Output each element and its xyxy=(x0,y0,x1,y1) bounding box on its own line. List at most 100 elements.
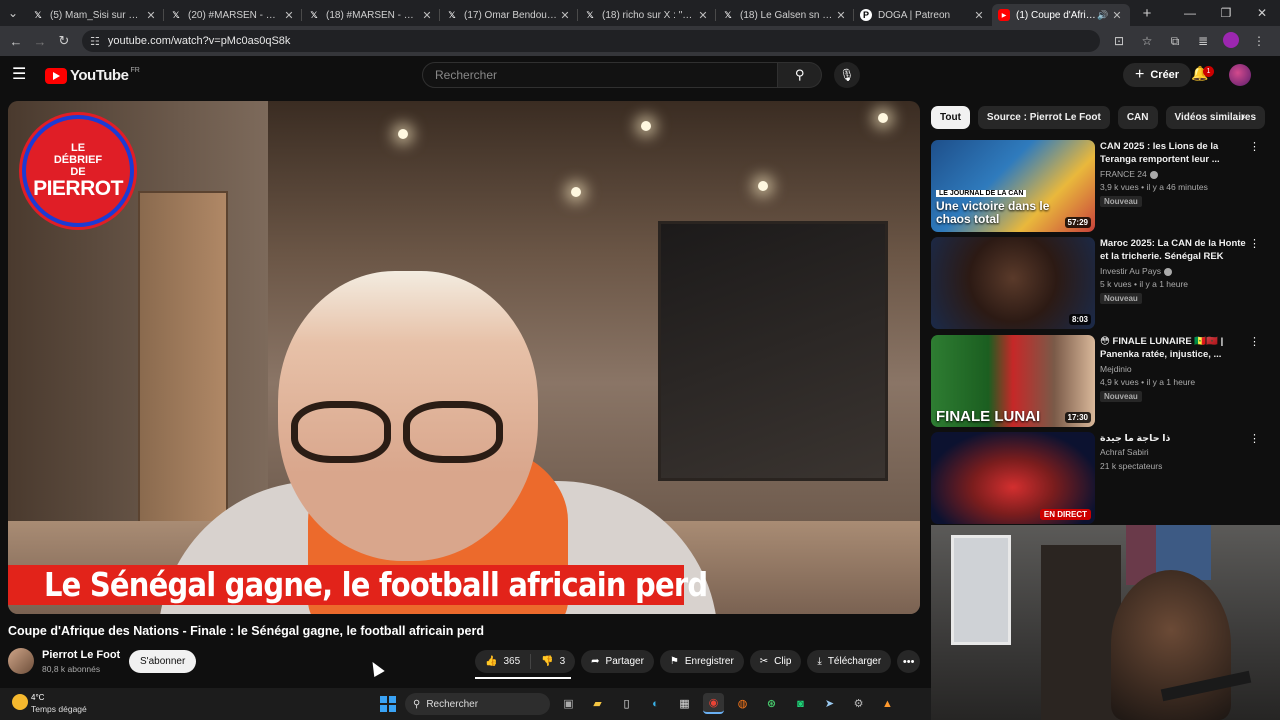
recommendation-item[interactable]: LE JOURNAL DE LA CAN Une victoire dans l… xyxy=(931,140,1261,232)
close-tab-icon[interactable]: ✕ xyxy=(282,9,296,22)
download-button[interactable]: ⤓ Télécharger xyxy=(807,650,892,673)
x-icon: 𝕏 xyxy=(34,9,42,20)
channel-name[interactable]: Pierrot Le Foot xyxy=(42,649,120,661)
recommendation-item[interactable]: 8:03 Maroc 2025: La CAN de la Honte et l… xyxy=(931,237,1261,329)
browser-tab[interactable]: P DOGA | Patreon ✕ xyxy=(854,4,992,26)
browser-menu-icon[interactable]: ⋮ xyxy=(1248,34,1270,48)
duration-badge: 57:29 xyxy=(1064,217,1091,228)
browser-tab[interactable]: 𝕏(18) richo sur X : "WATC✕ xyxy=(578,4,716,26)
taskbar-search[interactable]: ⚲ Rechercher xyxy=(405,693,550,715)
close-tab-icon[interactable]: ✕ xyxy=(696,9,710,22)
address-bar[interactable]: ☷ youtube.com/watch?v=pMc0as0qS8k xyxy=(82,30,1100,52)
media-control-icon[interactable]: ≣ xyxy=(1192,34,1214,48)
browser-tab[interactable]: 𝕏(5) Mam_Sisi sur X : "L'af✕ xyxy=(26,4,164,26)
recommendation-item[interactable]: EN DIRECT ذا حاجة ما جيدة Achraf Sabiri … xyxy=(931,432,1261,524)
close-tab-icon[interactable]: ✕ xyxy=(558,9,572,22)
browser-tab[interactable]: 𝕏(17) Omar Bendouro sur X✕ xyxy=(440,4,578,26)
menu-icon[interactable]: ☰ xyxy=(12,66,30,84)
task-view-icon[interactable]: ▣ xyxy=(558,693,579,714)
file-explorer-icon[interactable]: ▰ xyxy=(587,693,608,714)
video-thumbnail[interactable]: EN DIRECT xyxy=(931,432,1095,524)
minimize-icon[interactable]: — xyxy=(1172,6,1208,20)
weather-temperature[interactable]: 4°C xyxy=(31,693,44,702)
chrome-icon[interactable]: ◉ xyxy=(703,693,724,714)
close-tab-icon[interactable]: ✕ xyxy=(972,9,986,22)
windows-start-icon[interactable] xyxy=(380,696,396,712)
close-tab-icon[interactable]: ✕ xyxy=(420,9,434,22)
recommendation-title[interactable]: 😳 FINALE LUNAIRE 🇸🇳🇲🇦 | Panenka ratée, i… xyxy=(1100,335,1246,361)
microphone-icon[interactable]: 🎙 xyxy=(834,62,860,88)
more-options-icon[interactable]: ⋮ xyxy=(1249,335,1260,348)
recommendation-item[interactable]: FINALE LUNAI 17:30 😳 FINALE LUNAIRE 🇸🇳🇲🇦… xyxy=(931,335,1261,427)
discord-icon[interactable]: ◙ xyxy=(790,693,811,714)
back-icon[interactable]: ← xyxy=(4,29,28,53)
clip-button[interactable]: ✂ Clip xyxy=(749,650,802,673)
recommendation-channel[interactable]: Investir Au Pays xyxy=(1100,266,1172,276)
weather-description[interactable]: Temps dégagé xyxy=(31,704,87,714)
recommendation-title[interactable]: CAN 2025 : les Lions de la Teranga rempo… xyxy=(1100,140,1246,166)
recommendation-title[interactable]: ذا حاجة ما جيدة xyxy=(1100,432,1246,445)
recommendation-channel[interactable]: FRANCE 24 xyxy=(1100,169,1158,179)
browser-tab[interactable]: 𝕏(18) #MARSEN - Recherche✕ xyxy=(302,4,440,26)
more-options-icon[interactable]: ⋮ xyxy=(1249,237,1260,250)
close-tab-icon[interactable]: ✕ xyxy=(144,9,158,22)
youtube-logo[interactable]: YouTube FR xyxy=(45,67,140,84)
reload-icon[interactable]: ↻ xyxy=(52,29,76,53)
browser-tab[interactable]: 𝕏(20) #MARSEN - Recherche✕ xyxy=(164,4,302,26)
close-tab-icon[interactable]: ✕ xyxy=(1110,9,1124,22)
share-icon: ➦ xyxy=(591,656,600,667)
vlc-icon[interactable]: ▲ xyxy=(877,693,898,714)
install-app-icon[interactable]: ⊡ xyxy=(1108,34,1130,48)
share-button[interactable]: ➦ Partager xyxy=(581,650,654,673)
browser-tab-active[interactable]: ▶(1) Coupe d'Afrique de🔊✕ xyxy=(992,4,1130,26)
document-icon[interactable]: ▯ xyxy=(616,693,637,714)
recommendation-channel[interactable]: Mejdinio xyxy=(1100,364,1132,374)
store-icon[interactable]: ▦ xyxy=(674,693,695,714)
dislike-button[interactable]: 👎 3 xyxy=(531,656,575,667)
chevron-right-icon[interactable]: › xyxy=(1234,108,1252,128)
recommendation-title[interactable]: Maroc 2025: La CAN de la Honte et la tri… xyxy=(1100,237,1246,263)
browser-tab[interactable]: 𝕏(18) Le Galsen sn sur X : "✕ xyxy=(716,4,854,26)
search-icon[interactable]: ⚲ xyxy=(778,62,822,88)
recommendation-channel[interactable]: Achraf Sabiri xyxy=(1100,447,1149,457)
browser-toolbar: ← → ↻ ☷ youtube.com/watch?v=pMc0as0qS8k … xyxy=(0,26,1280,56)
steam-icon[interactable]: ➤ xyxy=(819,693,840,714)
weather-sun-icon[interactable] xyxy=(12,694,28,710)
extensions-icon[interactable]: ⧉ xyxy=(1164,34,1186,49)
tab-search-icon[interactable]: ⌄ xyxy=(0,0,26,26)
xbox-icon[interactable]: ⊛ xyxy=(761,693,782,714)
firefox-icon[interactable]: ◍ xyxy=(732,693,753,714)
site-info-icon[interactable]: ☷ xyxy=(90,35,100,48)
account-avatar[interactable] xyxy=(1229,64,1251,86)
chip-all[interactable]: Tout xyxy=(931,106,970,129)
bookmark-star-icon[interactable]: ☆ xyxy=(1136,34,1158,48)
recommendation-meta: 5 k vues • il y a 1 heure xyxy=(1100,279,1189,289)
more-actions-icon[interactable]: ••• xyxy=(897,650,921,673)
chip-can[interactable]: CAN xyxy=(1117,106,1158,129)
save-button[interactable]: ⚑ Enregistrer xyxy=(659,650,744,673)
close-window-icon[interactable]: ✕ xyxy=(1244,6,1280,20)
video-frame-light xyxy=(398,129,408,139)
create-button[interactable]: + Créer xyxy=(1123,63,1192,87)
new-tab-button[interactable]: + xyxy=(1134,5,1160,22)
x-icon: 𝕏 xyxy=(586,9,594,20)
chip-source[interactable]: Source : Pierrot Le Foot xyxy=(977,106,1110,129)
settings-gear-icon[interactable]: ⚙ xyxy=(848,693,869,714)
channel-avatar[interactable] xyxy=(8,648,34,674)
forward-icon[interactable]: → xyxy=(28,29,52,53)
profile-avatar[interactable] xyxy=(1220,31,1242,51)
restore-icon[interactable]: ❐ xyxy=(1208,6,1244,20)
mute-tab-icon[interactable]: 🔊 xyxy=(1096,10,1110,21)
more-options-icon[interactable]: ⋮ xyxy=(1249,432,1260,445)
video-player[interactable]: LE DÉBRIEF DE PIERROT Le Sénégal gagne, … xyxy=(8,101,920,614)
video-thumbnail[interactable]: FINALE LUNAI 17:30 xyxy=(931,335,1095,427)
close-tab-icon[interactable]: ✕ xyxy=(834,9,848,22)
subscribe-button[interactable]: S'abonner xyxy=(129,650,197,673)
edge-icon[interactable]: ◐ xyxy=(645,693,666,714)
video-thumbnail[interactable]: LE JOURNAL DE LA CAN Une victoire dans l… xyxy=(931,140,1095,232)
like-button[interactable]: 👍 365 xyxy=(475,654,532,669)
more-options-icon[interactable]: ⋮ xyxy=(1249,140,1260,153)
like-dislike-group: 👍 365 👎 3 xyxy=(475,650,576,673)
search-input[interactable] xyxy=(422,62,779,88)
video-thumbnail[interactable]: 8:03 xyxy=(931,237,1095,329)
